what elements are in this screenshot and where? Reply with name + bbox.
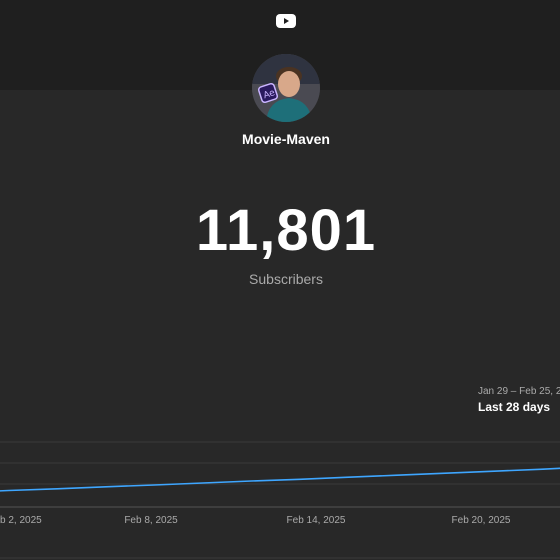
period-label: Last 28 days [478,400,551,414]
subscriber-label: Subscribers [249,271,323,287]
subscriber-series-line[interactable] [0,449,560,493]
x-tick-label: Feb 14, 2025 [287,515,346,526]
date-range: Jan 29 – Feb 25, 2025 [478,386,560,397]
subscriber-count: 11,801 [195,198,377,263]
subscriber-line-chart: Feb 2, 2025 Feb 8, 2025 Feb 14, 2025 Feb 20… [0,441,560,559]
youtube-icon[interactable] [276,13,296,29]
x-tick-label: Feb 20, 2025 [452,515,511,526]
x-tick-label: Feb 2, 2025 [0,515,42,526]
avatar-image: Ae [252,54,320,122]
x-tick-label: Feb 8, 2025 [124,515,178,526]
channel-avatar[interactable]: Ae [252,54,320,122]
channel-name: Movie-Maven [242,131,330,147]
